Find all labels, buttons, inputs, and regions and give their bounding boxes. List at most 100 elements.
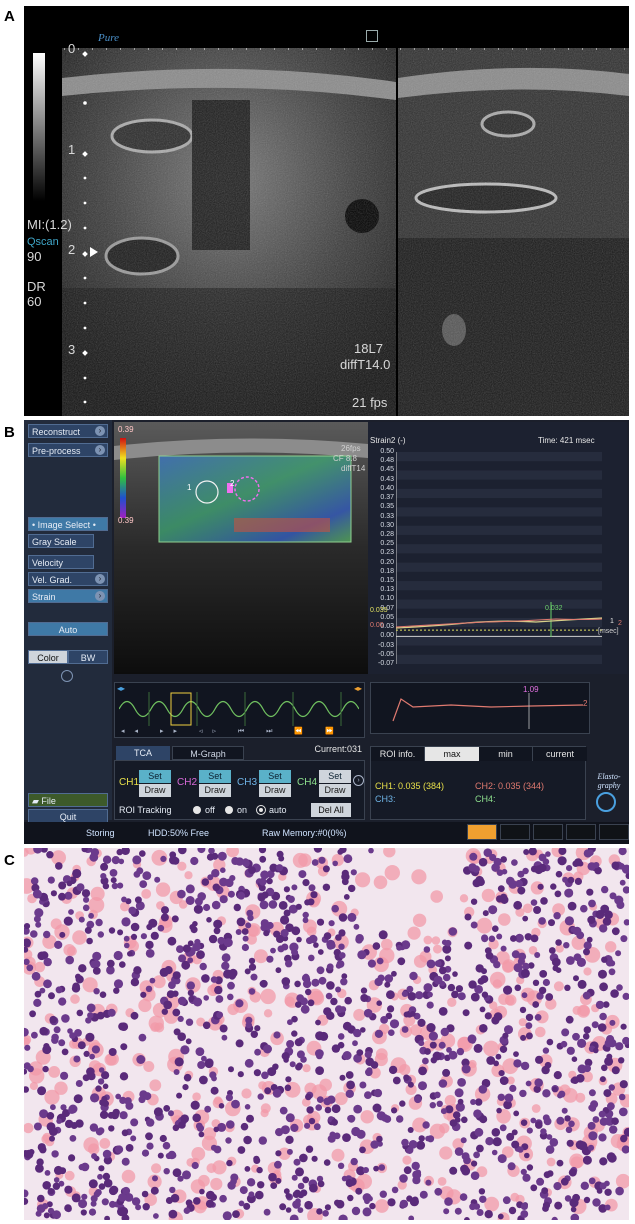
tab-roi-info[interactable]: ROI info. — [371, 747, 425, 761]
velocity-button[interactable]: Velocity — [28, 555, 94, 569]
ch4-draw-button[interactable]: Draw — [319, 784, 351, 797]
file-button[interactable]: ▰ File — [28, 793, 108, 807]
y-tick-label: -0.05 — [378, 650, 394, 658]
roi-1-label: 1 — [187, 483, 192, 492]
strain-plot-area — [396, 452, 602, 664]
status-storing: Storing — [86, 828, 115, 838]
image-select-label: Image Select — [37, 520, 91, 530]
tab-current[interactable]: current — [533, 747, 587, 761]
fps-label: 21 fps — [352, 395, 388, 410]
memory-slot-4[interactable] — [566, 824, 596, 840]
memory-slot-1[interactable] — [467, 824, 497, 840]
roi-ch3-value: CH3: — [375, 794, 396, 804]
ch1-label: CH1 — [119, 777, 140, 788]
vel-grad-label: Vel. Grad. — [32, 575, 73, 585]
strain-graph-title: Strain2 (-) — [370, 436, 406, 445]
y-tick-label: 0.43 — [380, 475, 394, 483]
probe-label: 18L7 — [354, 341, 383, 356]
annotation-000: 0.00 — [370, 622, 384, 629]
colorbar-bottom-label: 0.39 — [118, 516, 134, 525]
strain-button[interactable]: Strain › — [28, 589, 108, 603]
waveform-strip: ◂▸ ◂▸ ◂◂ ▸▸ ◃▹ ⏮ ⏭ ⏪ ⏩ — [114, 682, 365, 738]
reconstruct-arrow-icon: › — [95, 426, 105, 436]
ch1-set-button[interactable]: Set — [139, 770, 171, 783]
del-all-button[interactable]: Del All — [311, 803, 351, 817]
ch3-set-button[interactable]: Set — [259, 770, 291, 783]
y-tick-label: 0.25 — [380, 540, 394, 548]
ch1-draw-button[interactable]: Draw — [139, 784, 171, 797]
roi-off-radio[interactable] — [193, 806, 201, 814]
roi-ch4-value: CH4: — [475, 794, 496, 804]
vel-grad-arrow-icon: › — [95, 574, 105, 584]
channel-next-icon[interactable]: › — [353, 775, 364, 786]
sidebar — [24, 420, 112, 820]
bw-button[interactable]: BW — [68, 650, 108, 664]
folder-icon: ▰ — [32, 796, 42, 806]
y-tick-label: 0.40 — [380, 484, 394, 492]
dr-label: DR — [27, 279, 46, 294]
colorbar-top-label: 0.39 — [118, 425, 134, 434]
tab-min[interactable]: min — [479, 747, 533, 761]
mini-graph-value: 1.09 — [523, 685, 539, 694]
ch3-draw-button[interactable]: Draw — [259, 784, 291, 797]
memory-slot-5[interactable] — [599, 824, 629, 840]
ultrasound-image-right — [398, 48, 629, 416]
memory-slot-3[interactable] — [533, 824, 563, 840]
depth-dots — [82, 51, 88, 404]
elastography-logo-icon — [596, 792, 616, 812]
roi-auto-label: auto — [269, 805, 287, 815]
quit-button[interactable]: Quit — [28, 809, 108, 823]
roi-auto-radio[interactable] — [257, 806, 265, 814]
preprocess-button[interactable]: Pre-process › — [28, 443, 108, 457]
strain-label: Strain — [32, 592, 56, 602]
brand-logo: Pure — [98, 32, 119, 44]
tab-tca[interactable]: TCA — [116, 746, 170, 760]
ch2-set-button[interactable]: Set — [199, 770, 231, 783]
qscan-label: Qscan — [27, 236, 59, 248]
depth-mark-3: 3 — [68, 342, 76, 357]
y-tick-label: 0.05 — [380, 613, 394, 621]
memory-slot-2[interactable] — [500, 824, 530, 840]
vel-grad-button[interactable]: Vel. Grad. › — [28, 572, 108, 586]
dr-value: 60 — [27, 294, 42, 309]
ch4-label: CH4 — [297, 777, 318, 788]
reconstruct-button[interactable]: Reconstruct › — [28, 424, 108, 438]
panel-c-label: C — [4, 852, 15, 869]
auto-button[interactable]: Auto — [28, 622, 108, 636]
ch2-draw-button[interactable]: Draw — [199, 784, 231, 797]
gray-scale-button[interactable]: Gray Scale — [28, 534, 94, 548]
ch2-label: CH2 — [177, 777, 198, 788]
image-select-button[interactable]: • Image Select • — [28, 517, 108, 531]
y-tick-label: 0.28 — [380, 530, 394, 538]
color-button[interactable]: Color — [28, 650, 68, 664]
elastography-image — [114, 422, 368, 674]
mi-label: MI:(1.2) — [27, 217, 72, 232]
panel-a-label: A — [4, 8, 15, 25]
time-label: Time: 421 msec — [538, 436, 595, 445]
roi-on-radio[interactable] — [225, 806, 233, 814]
y-tick-label: 0.15 — [380, 577, 394, 585]
elastography-panel-b: Reconstruct › Pre-process › • Image Select… — [24, 420, 629, 844]
ultrasound-panel-a: Pure 0 1 2 3 MI:(1.2) Qscan 90 DR 60 18L… — [24, 6, 629, 416]
mini-graph: 1.09 2 — [370, 682, 590, 734]
grayscale-bar — [33, 53, 45, 201]
overlay-fps: 26fps — [341, 444, 361, 453]
cytology-micrograph — [24, 848, 629, 1220]
ch3-label: CH3 — [237, 777, 258, 788]
difft-label: diffT14.0 — [340, 357, 391, 372]
depth-mark-2: 2 — [68, 242, 76, 257]
preprocess-arrow-icon: › — [95, 445, 105, 455]
colormap-dropdown-icon[interactable] — [61, 670, 73, 682]
tab-m-graph[interactable]: M-Graph — [172, 746, 244, 760]
panel-b-label: B — [4, 424, 15, 441]
playback-controls[interactable]: ◂◂ ▸▸ ◃▹ ⏮ ⏭ ⏪ ⏩ — [121, 727, 357, 736]
y-tick-label: 0.33 — [380, 512, 394, 520]
y-tick-label: 0.45 — [380, 466, 394, 474]
file-label: File — [41, 796, 56, 806]
marker-icon — [366, 30, 378, 42]
overlay-diff: diffT14 — [341, 464, 366, 473]
ch4-set-button[interactable]: Set — [319, 770, 351, 783]
roi-info-panel: ROI info. max min current CH1: 0.035 (38… — [370, 746, 587, 820]
tab-max[interactable]: max — [425, 747, 479, 761]
reconstruct-label: Reconstruct — [32, 427, 81, 437]
